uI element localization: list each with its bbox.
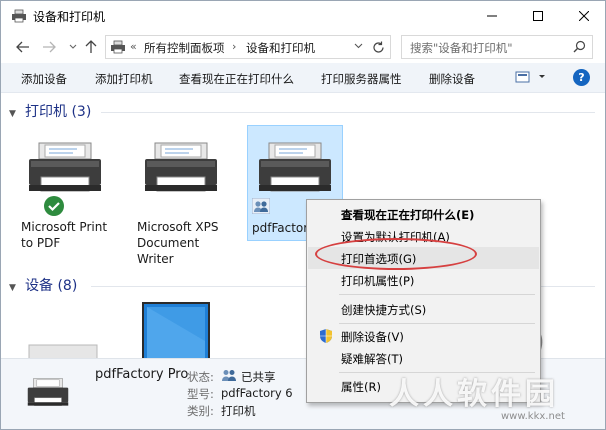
chevron-down-icon [69, 44, 77, 49]
maximize-button[interactable] [515, 1, 561, 31]
section-divider [101, 112, 595, 113]
details-device-name: pdfFactory Pro [95, 367, 189, 382]
shared-users-icon [252, 198, 270, 214]
control-panel-icon [111, 40, 125, 54]
printer-microsoft-print-to-pdf[interactable]: Microsoft Print to PDF [17, 129, 113, 259]
status-value: 已共享 [241, 370, 276, 384]
menu-item-label: 打印机属性(P) [341, 274, 415, 288]
menu-item-printer-properties[interactable]: 打印机属性(P) [308, 269, 539, 291]
devices-and-printers-window: 设备和打印机 « 所有控制面板项 › 设备和打印机 搜索"设备和打印机" 添加设… [0, 0, 606, 430]
printer-label: Microsoft Print to PDF [21, 220, 108, 250]
devices-section-header[interactable]: ▼ 设备 (8) [9, 275, 77, 295]
device-item[interactable] [25, 343, 101, 360]
shared-users-icon [222, 370, 236, 381]
address-dropdown-icon[interactable] [354, 42, 363, 50]
printer-microsoft-xps-writer[interactable]: Microsoft XPS Document Writer [133, 129, 229, 269]
remove-device-button[interactable]: 删除设备 [429, 71, 475, 87]
window-title: 设备和打印机 [33, 10, 106, 24]
devices-section-title: 设备 (8) [25, 278, 78, 294]
see-whats-printing-button[interactable]: 查看现在正在打印什么 [179, 71, 294, 87]
model-value: pdfFactory 6 [221, 386, 293, 400]
add-device-button[interactable]: 添加设备 [21, 71, 67, 87]
search-icon[interactable] [573, 40, 586, 53]
menu-item-see-whats-printing[interactable]: 查看现在正在打印什么(E) [308, 203, 539, 225]
address-bar[interactable]: « 所有控制面板项 › 设备和打印机 [105, 35, 391, 59]
menu-item-label: 疑难解答(T) [341, 352, 403, 366]
printer-icon [29, 142, 101, 192]
breadcrumb-control-panel[interactable]: 所有控制面板项 [144, 40, 225, 56]
menu-separator [339, 294, 535, 295]
collapse-chevron-icon: ▼ [9, 283, 16, 293]
menu-item-create-shortcut[interactable]: 创建快捷方式(S) [308, 298, 539, 320]
help-icon: ? [578, 71, 585, 84]
collapse-chevron-icon: ▼ [9, 109, 16, 119]
model-label: 型号: [187, 387, 214, 401]
printer-large-icon [27, 378, 69, 406]
maximize-icon [533, 11, 543, 21]
close-icon [579, 11, 589, 21]
breadcrumb-devices-printers[interactable]: 设备和打印机 [246, 40, 315, 56]
print-server-properties-button[interactable]: 打印服务器属性 [321, 71, 402, 87]
menu-separator [339, 323, 535, 324]
default-printer-check-icon [44, 196, 64, 216]
menu-item-label: 属性(R) [341, 380, 381, 394]
help-button[interactable]: ? [573, 69, 590, 86]
forward-button[interactable] [41, 39, 57, 55]
change-view-icon[interactable] [515, 70, 547, 84]
watermark-logo: 人人软件园 [389, 377, 559, 412]
breadcrumb-separator: › [232, 40, 237, 53]
uac-shield-icon [320, 329, 332, 343]
minimize-button[interactable] [469, 1, 515, 31]
up-button[interactable] [83, 39, 99, 55]
printer-icon [259, 142, 331, 192]
up-arrow-icon [85, 40, 97, 53]
title-bar: 设备和打印机 [1, 1, 605, 31]
printer-label: Microsoft XPS Document Writer [137, 220, 219, 266]
close-button[interactable] [561, 1, 605, 31]
add-printer-button[interactable]: 添加打印机 [95, 71, 153, 87]
refresh-icon[interactable] [372, 41, 385, 54]
search-placeholder: 搜索"设备和打印机" [410, 41, 513, 55]
computer-device-icon [28, 344, 98, 360]
category-value: 打印机 [221, 404, 256, 418]
device-item[interactable] [141, 301, 211, 360]
minimize-icon [487, 15, 497, 17]
annotation-ellipse [315, 238, 477, 270]
menu-item-label: 创建快捷方式(S) [341, 303, 427, 317]
printers-section-title: 打印机 (3) [25, 104, 92, 120]
watermark-url: www.kkx.net [501, 411, 565, 422]
address-row: « 所有控制面板项 › 设备和打印机 搜索"设备和打印机" [1, 31, 605, 63]
address-overflow[interactable]: « [130, 40, 137, 53]
category-label: 类别: [187, 404, 214, 418]
back-arrow-icon [16, 41, 29, 53]
command-bar: 添加设备 添加打印机 查看现在正在打印什么 打印服务器属性 删除设备 ? [1, 63, 605, 93]
forward-arrow-icon [43, 41, 56, 53]
monitor-device-icon [142, 302, 210, 360]
printer-icon [145, 142, 217, 192]
status-label: 状态: [187, 370, 214, 384]
back-button[interactable] [15, 39, 31, 55]
devices-printers-app-icon [12, 9, 26, 23]
search-box[interactable]: 搜索"设备和打印机" [401, 35, 593, 59]
menu-item-troubleshoot[interactable]: 疑难解答(T) [308, 347, 539, 369]
menu-item-remove-device[interactable]: 删除设备(V) [308, 325, 539, 347]
printers-section-header[interactable]: ▼ 打印机 (3) [9, 101, 91, 121]
recent-locations-button[interactable] [65, 39, 81, 55]
menu-item-label: 查看现在正在打印什么(E) [341, 208, 475, 222]
menu-item-label: 删除设备(V) [341, 330, 404, 344]
